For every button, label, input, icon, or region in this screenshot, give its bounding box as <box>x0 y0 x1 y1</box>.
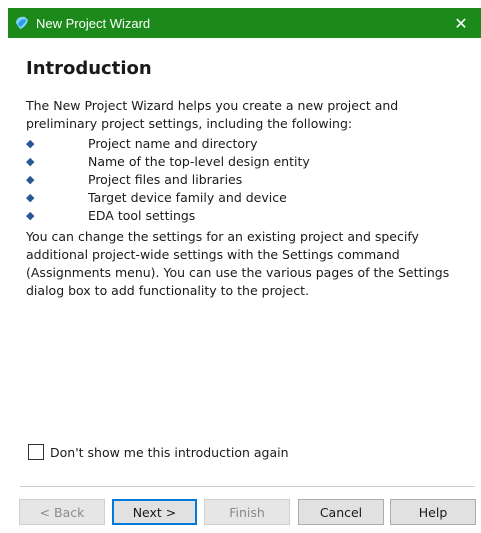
back-button[interactable]: < Back <box>19 499 105 525</box>
quartus-app-icon <box>14 15 30 31</box>
intro-paragraph: The New Project Wizard helps you create … <box>26 98 399 131</box>
window-title: New Project Wizard <box>36 15 151 31</box>
bullet-diamond-icon: ◆ <box>26 155 35 168</box>
list-item: ◆ Target device family and device <box>26 189 466 207</box>
list-item-label: Project files and libraries <box>88 172 243 187</box>
close-icon[interactable]: ✕ <box>441 8 481 38</box>
next-button[interactable]: Next > <box>112 499 197 525</box>
list-item: ◆ Project files and libraries <box>26 171 466 189</box>
settings-paragraph: You can change the settings for an exist… <box>26 229 450 298</box>
bullet-diamond-icon: ◆ <box>26 173 35 186</box>
list-item-label: EDA tool settings <box>88 208 196 223</box>
new-project-wizard-dialog: New Project Wizard ✕ Introduction The Ne… <box>0 0 481 533</box>
list-item-label: Target device family and device <box>88 190 287 205</box>
list-item-label: Project name and directory <box>88 136 258 151</box>
bullet-diamond-icon: ◆ <box>26 137 35 150</box>
wizard-content: Introduction The New Project Wizard help… <box>26 56 466 300</box>
cancel-button[interactable]: Cancel <box>298 499 384 525</box>
list-item-label: Name of the top-level design entity <box>88 154 310 169</box>
list-item: ◆ EDA tool settings <box>26 207 466 225</box>
title-bar[interactable]: New Project Wizard ✕ <box>8 8 481 38</box>
bullet-diamond-icon: ◆ <box>26 209 35 222</box>
dont-show-again-checkbox[interactable] <box>28 444 44 460</box>
list-item: ◆ Project name and directory <box>26 135 466 153</box>
finish-button[interactable]: Finish <box>204 499 290 525</box>
bullet-diamond-icon: ◆ <box>26 191 35 204</box>
dont-show-again-row: Don't show me this introduction again <box>28 444 289 460</box>
page-title: Introduction <box>26 58 152 79</box>
list-item: ◆ Name of the top-level design entity <box>26 153 466 171</box>
help-button[interactable]: Help <box>390 499 476 525</box>
dont-show-again-label[interactable]: Don't show me this introduction again <box>50 445 289 460</box>
feature-list: ◆ Project name and directory ◆ Name of t… <box>26 135 466 225</box>
button-separator <box>20 486 475 487</box>
